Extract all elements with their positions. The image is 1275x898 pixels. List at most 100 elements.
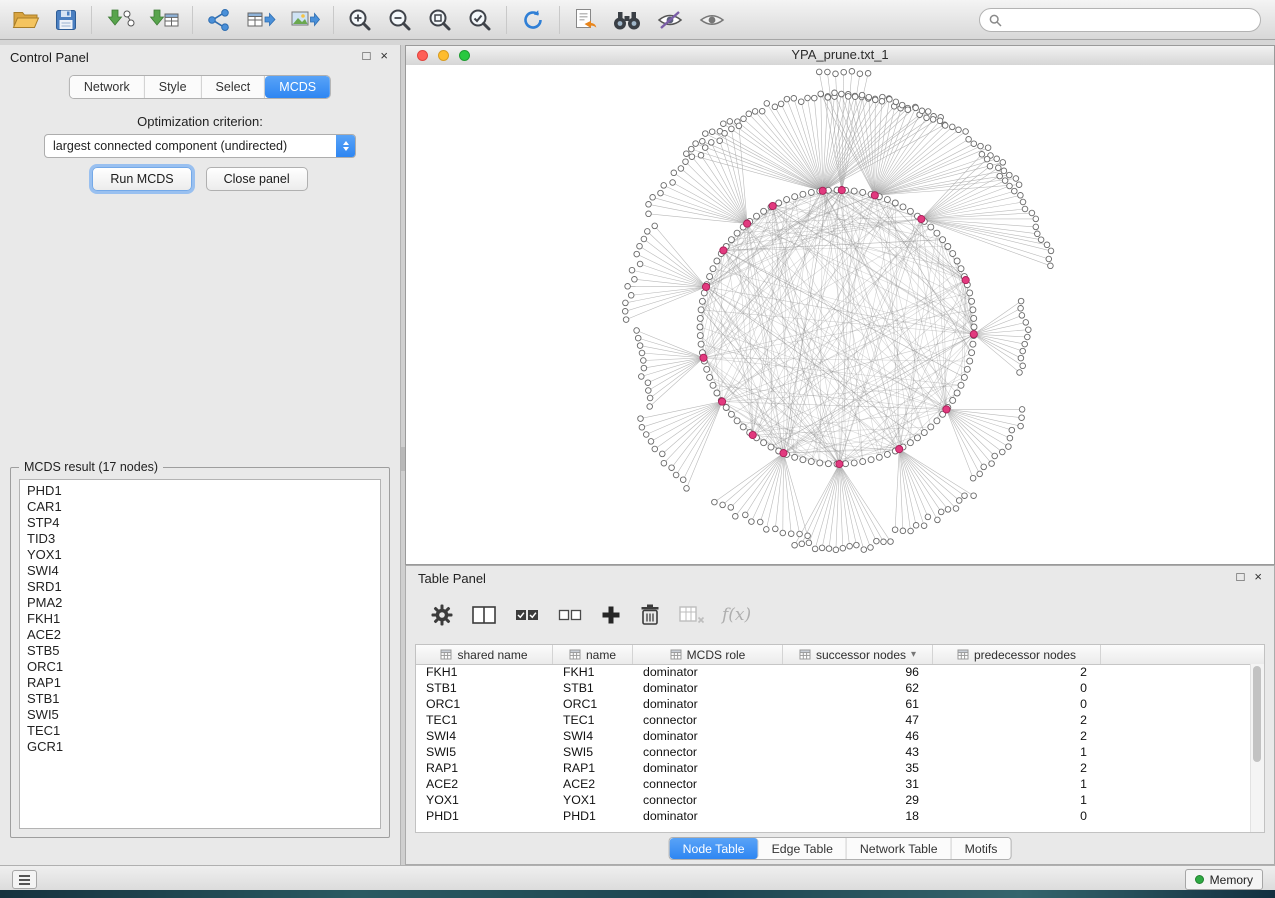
network-leaf-node[interactable]	[799, 541, 805, 547]
network-leaf-node[interactable]	[727, 119, 733, 125]
network-leaf-node[interactable]	[826, 546, 832, 552]
network-node[interactable]	[940, 237, 946, 243]
network-leaf-node[interactable]	[698, 153, 704, 159]
network-leaf-node[interactable]	[1007, 172, 1013, 178]
mcds-result-item[interactable]: RAP1	[20, 675, 380, 691]
network-leaf-node[interactable]	[1000, 449, 1006, 455]
network-node[interactable]	[958, 382, 964, 388]
network-node[interactable]	[698, 341, 704, 347]
zoom-in-button[interactable]	[347, 7, 373, 33]
network-leaf-node[interactable]	[1001, 168, 1007, 174]
network-leaf-node[interactable]	[979, 152, 985, 158]
table-row[interactable]: SWI5SWI5connector431	[416, 744, 1251, 760]
network-leaf-node[interactable]	[977, 471, 983, 477]
close-panel-icon[interactable]: ×	[1254, 569, 1262, 584]
network-leaf-node[interactable]	[825, 95, 831, 101]
network-leaf-node[interactable]	[752, 109, 758, 115]
network-leaf-node[interactable]	[689, 154, 695, 160]
float-panel-icon[interactable]: □	[363, 48, 371, 63]
network-leaf-node[interactable]	[984, 156, 990, 162]
network-leaf-node[interactable]	[925, 514, 931, 520]
network-leaf-node[interactable]	[759, 108, 765, 114]
network-node[interactable]	[907, 440, 913, 446]
network-leaf-node[interactable]	[1019, 313, 1025, 319]
export-table-button[interactable]	[246, 8, 276, 32]
network-leaf-node[interactable]	[887, 97, 893, 103]
network-node[interactable]	[950, 397, 956, 403]
network-leaf-node[interactable]	[971, 493, 977, 499]
network-leaf-node[interactable]	[930, 117, 936, 123]
import-table-button[interactable]	[149, 8, 179, 32]
network-node[interactable]	[728, 237, 734, 243]
network-leaf-node[interactable]	[1033, 216, 1039, 222]
network-leaf-node[interactable]	[987, 163, 993, 169]
memory-button[interactable]: Memory	[1185, 869, 1263, 890]
network-leaf-node[interactable]	[757, 519, 763, 525]
network-leaf-node[interactable]	[996, 165, 1002, 171]
minimize-window-button[interactable]	[438, 50, 449, 61]
network-node[interactable]	[967, 290, 973, 296]
mcds-result-list[interactable]: PHD1CAR1STP4TID3YOX1SWI4SRD1PMA2FKH1ACE2…	[19, 479, 381, 829]
import-network-button[interactable]	[105, 8, 135, 32]
network-leaf-node[interactable]	[859, 92, 865, 98]
network-node[interactable]	[851, 188, 857, 194]
network-leaf-node[interactable]	[764, 527, 770, 533]
network-node[interactable]	[808, 189, 814, 195]
network-node[interactable]	[884, 451, 890, 457]
network-node[interactable]	[697, 315, 703, 321]
mcds-result-item[interactable]: GCR1	[20, 739, 380, 755]
network-leaf-node[interactable]	[816, 69, 822, 75]
network-dominator-node[interactable]	[769, 202, 776, 209]
network-node[interactable]	[915, 435, 921, 441]
tab-style[interactable]: Style	[145, 76, 202, 98]
network-node[interactable]	[825, 461, 831, 467]
network-leaf-node[interactable]	[646, 211, 652, 217]
network-leaf-node[interactable]	[658, 190, 664, 196]
network-leaf-node[interactable]	[791, 96, 797, 102]
network-leaf-node[interactable]	[678, 166, 684, 172]
network-leaf-node[interactable]	[989, 461, 995, 467]
tab-select[interactable]: Select	[202, 76, 266, 98]
network-leaf-node[interactable]	[689, 146, 695, 152]
mcds-result-item[interactable]: SWI4	[20, 563, 380, 579]
network-leaf-node[interactable]	[900, 528, 906, 534]
network-node[interactable]	[734, 418, 740, 424]
network-leaf-node[interactable]	[721, 121, 727, 127]
network-node[interactable]	[698, 307, 704, 313]
network-leaf-node[interactable]	[981, 464, 987, 470]
network-node[interactable]	[784, 197, 790, 203]
network-node[interactable]	[792, 454, 798, 460]
mcds-result-item[interactable]: CAR1	[20, 499, 380, 515]
network-leaf-node[interactable]	[945, 507, 951, 513]
network-leaf-node[interactable]	[634, 328, 640, 334]
network-leaf-node[interactable]	[874, 538, 880, 544]
network-leaf-node[interactable]	[652, 223, 658, 229]
network-leaf-node[interactable]	[638, 416, 644, 422]
network-leaf-node[interactable]	[671, 170, 677, 176]
function-builder-button-disabled[interactable]: f(x)	[722, 605, 751, 625]
network-leaf-node[interactable]	[637, 261, 643, 267]
network-leaf-node[interactable]	[879, 99, 885, 105]
network-node[interactable]	[843, 461, 849, 467]
network-node[interactable]	[704, 366, 710, 372]
network-node[interactable]	[954, 390, 960, 396]
network-leaf-node[interactable]	[717, 138, 723, 144]
add-column-button[interactable]	[600, 604, 622, 626]
network-leaf-node[interactable]	[956, 127, 962, 133]
export-image-button[interactable]	[290, 8, 320, 32]
network-leaf-node[interactable]	[805, 95, 811, 101]
network-leaf-node[interactable]	[908, 528, 914, 534]
network-leaf-node[interactable]	[1029, 210, 1035, 216]
network-leaf-node[interactable]	[743, 512, 749, 518]
zoom-selected-button[interactable]	[467, 7, 493, 33]
network-node[interactable]	[734, 230, 740, 236]
network-leaf-node[interactable]	[938, 509, 944, 515]
table-row[interactable]: RAP1RAP1dominator352	[416, 760, 1251, 776]
network-node[interactable]	[800, 191, 806, 197]
network-node[interactable]	[928, 424, 934, 430]
network-leaf-node[interactable]	[798, 99, 804, 105]
export-network-button[interactable]	[206, 8, 232, 32]
network-node[interactable]	[792, 194, 798, 200]
network-leaf-node[interactable]	[778, 101, 784, 107]
network-dominator-node[interactable]	[962, 277, 969, 284]
